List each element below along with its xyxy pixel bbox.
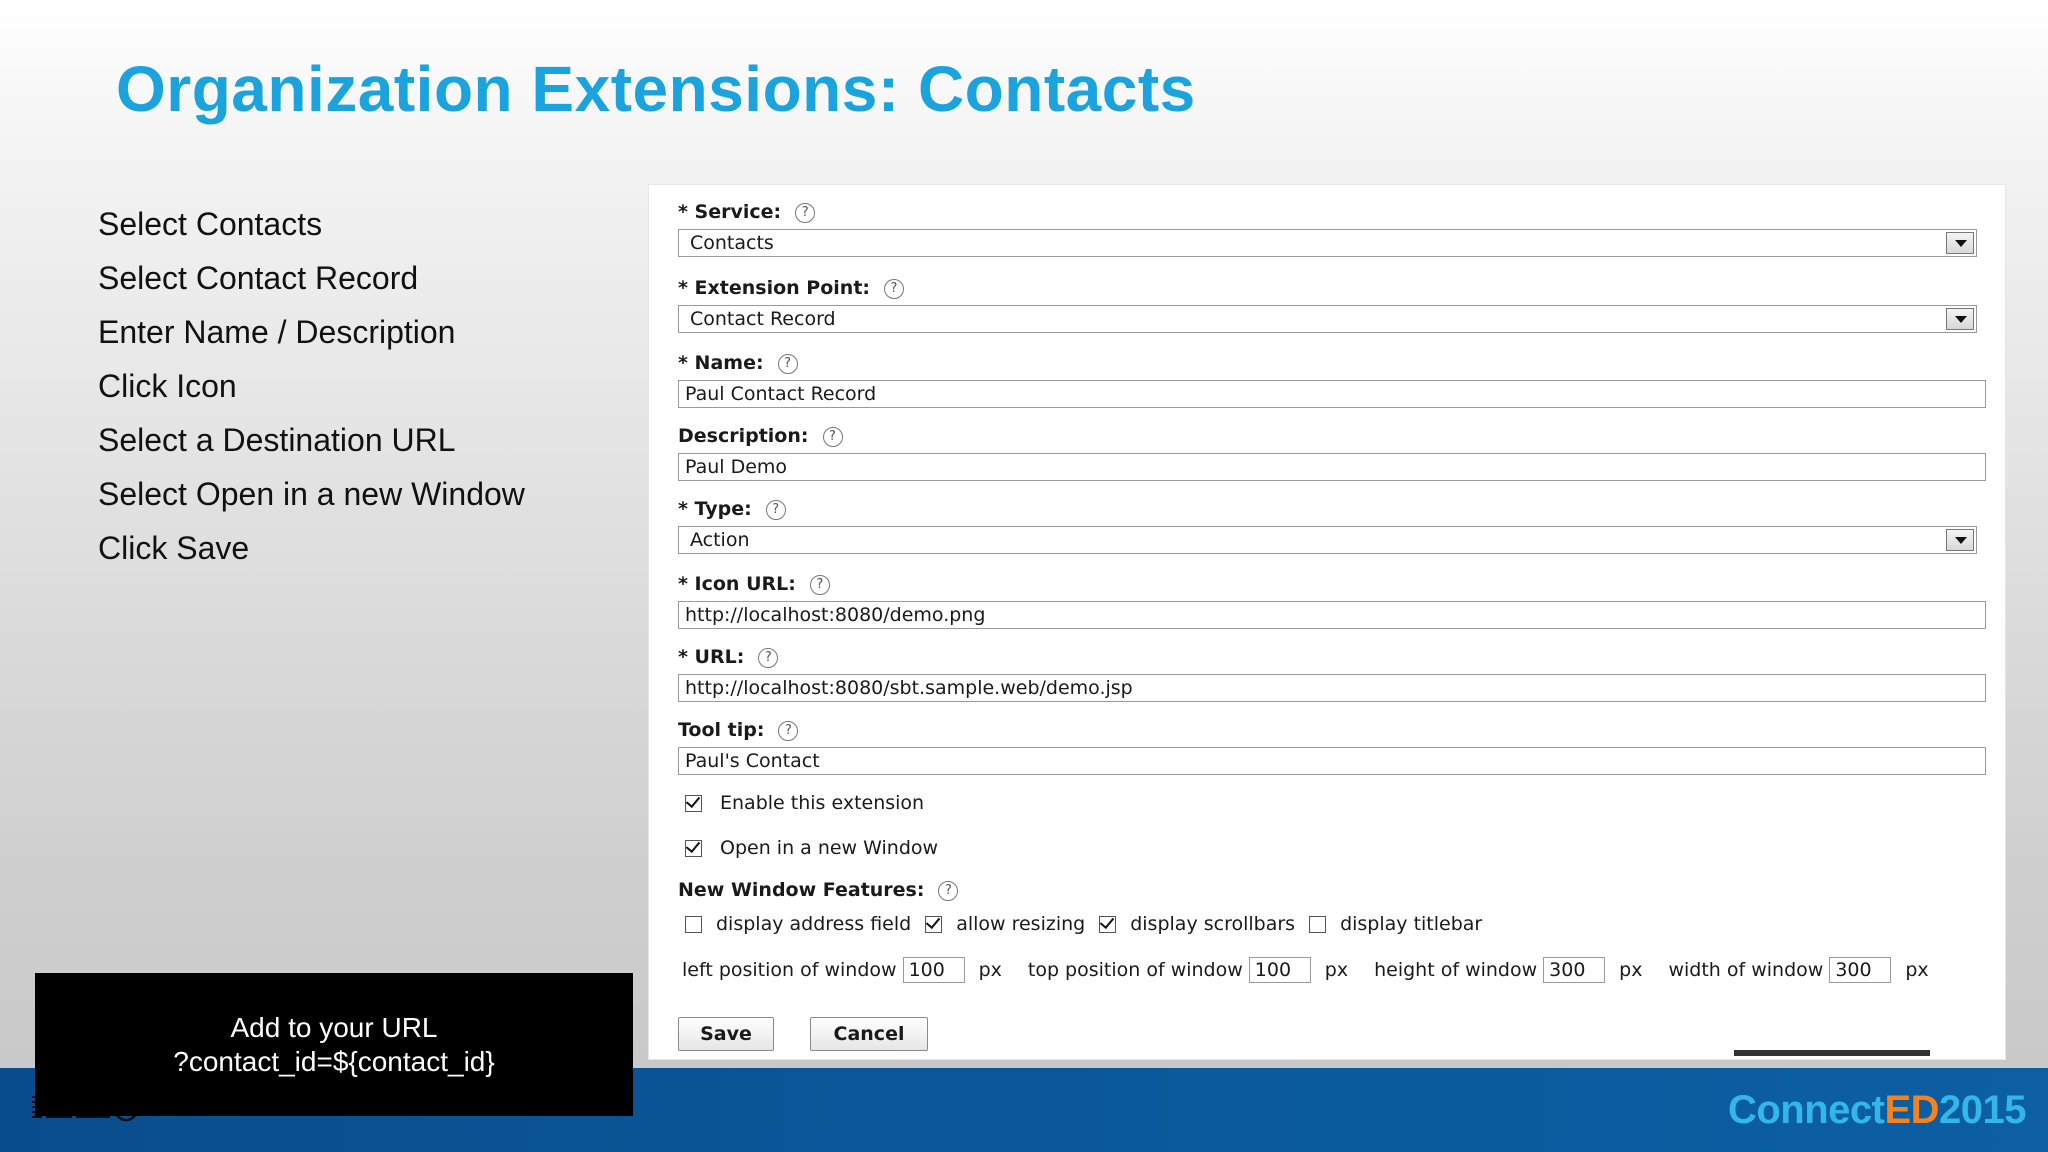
description-input[interactable]: Paul Demo xyxy=(678,453,1986,481)
new-window-features-label: New Window Features: xyxy=(678,879,925,901)
display-titlebar-label: display titlebar xyxy=(1340,913,1483,935)
extension-point-value: Contact Record xyxy=(690,308,836,330)
enable-extension-checkbox[interactable] xyxy=(685,794,702,812)
brand-ed: ED xyxy=(1884,1088,1940,1132)
description-label-row: Description:? xyxy=(678,425,843,447)
window-features-row: display address field allow resizing dis… xyxy=(685,913,1496,935)
step-item: Enter Name / Description xyxy=(98,314,456,350)
service-label: * Service: xyxy=(678,201,782,223)
tooltip-label-row: Tool tip:? xyxy=(678,719,799,741)
extension-form-screenshot: * Service:? Contacts * Extension Point:?… xyxy=(648,184,2006,1060)
url-label-row: * URL:? xyxy=(678,646,779,668)
window-position-row: left position of window 100 px top posit… xyxy=(682,957,1929,983)
unit-label: px xyxy=(978,959,1002,981)
step-item: Select a Destination URL xyxy=(98,422,456,458)
allow-resizing-option[interactable]: allow resizing xyxy=(925,913,1085,935)
left-position-label: left position of window xyxy=(682,959,897,981)
height-input[interactable]: 300 xyxy=(1543,957,1606,983)
unit-label: px xyxy=(1324,959,1349,981)
display-scrollbars-checkbox[interactable] xyxy=(1099,915,1117,933)
enable-extension-row[interactable]: Enable this extension xyxy=(685,792,924,814)
name-label-row: * Name:? xyxy=(678,352,798,374)
extension-point-label: * Extension Point: xyxy=(678,277,870,299)
unit-label: px xyxy=(1905,959,1929,981)
slide-title: Organization Extensions: Contacts xyxy=(116,53,1196,125)
display-address-field-label: display address field xyxy=(716,913,912,935)
step-item: Select Contacts xyxy=(98,206,323,242)
service-select[interactable]: Contacts xyxy=(678,229,1977,257)
display-titlebar-checkbox[interactable] xyxy=(1309,915,1327,933)
extension-point-select[interactable]: Contact Record xyxy=(678,305,1977,333)
icon-url-input[interactable]: http://localhost:8080/demo.png xyxy=(678,601,1986,629)
help-icon[interactable]: ? xyxy=(758,647,779,668)
open-new-window-row[interactable]: Open in a new Window xyxy=(685,837,938,859)
name-label: * Name: xyxy=(678,352,764,374)
allow-resizing-checkbox[interactable] xyxy=(925,915,943,933)
help-icon[interactable]: ? xyxy=(884,278,904,299)
step-item: Click Save xyxy=(98,530,250,566)
icon-url-label-row: * Icon URL:? xyxy=(678,573,830,595)
callout-line-2: ?contact_id=${contact_id} xyxy=(173,1045,495,1077)
new-window-features-label-row: New Window Features:? xyxy=(678,879,959,901)
horizontal-scrollbar[interactable] xyxy=(1734,1050,1930,1056)
top-position-label: top position of window xyxy=(1027,959,1243,981)
unit-label: px xyxy=(1619,959,1643,981)
service-label-row: * Service:? xyxy=(678,201,816,223)
allow-resizing-label: allow resizing xyxy=(956,913,1086,935)
open-new-window-checkbox[interactable] xyxy=(685,839,702,857)
brand-connect: Connect xyxy=(1727,1088,1885,1132)
url-input[interactable]: http://localhost:8080/sbt.sample.web/dem… xyxy=(678,674,1986,702)
left-position-input[interactable]: 100 xyxy=(902,957,965,983)
dropdown-arrow-icon[interactable] xyxy=(1946,232,1974,254)
url-label: * URL: xyxy=(678,646,745,668)
width-label: width of window xyxy=(1668,959,1824,981)
cancel-button[interactable]: Cancel xyxy=(810,1017,928,1051)
step-item: Select Open in a new Window xyxy=(98,476,525,512)
display-titlebar-option[interactable]: display titlebar xyxy=(1309,913,1482,935)
step-item: Select Contact Record xyxy=(98,260,419,296)
type-select[interactable]: Action xyxy=(678,526,1977,554)
tooltip-label: Tool tip: xyxy=(678,719,765,741)
help-icon[interactable]: ? xyxy=(795,202,816,223)
help-icon[interactable]: ? xyxy=(778,720,799,741)
width-input[interactable]: 300 xyxy=(1829,957,1892,983)
name-input[interactable]: Paul Contact Record xyxy=(678,380,1986,408)
enable-extension-label: Enable this extension xyxy=(720,792,925,814)
dropdown-arrow-icon[interactable] xyxy=(1946,529,1974,551)
service-value: Contacts xyxy=(690,232,774,254)
open-new-window-label: Open in a new Window xyxy=(720,837,939,859)
url-tip-callout: Add to your URL ?contact_id=${contact_id… xyxy=(35,973,633,1116)
description-label: Description: xyxy=(678,425,809,447)
help-icon[interactable]: ? xyxy=(938,880,959,901)
type-value: Action xyxy=(690,529,750,551)
help-icon[interactable]: ? xyxy=(822,426,843,447)
display-address-field-checkbox[interactable] xyxy=(685,915,702,933)
display-scrollbars-option[interactable]: display scrollbars xyxy=(1099,913,1295,935)
save-button[interactable]: Save xyxy=(678,1017,774,1051)
height-label: height of window xyxy=(1374,959,1538,981)
icon-url-label: * Icon URL: xyxy=(678,573,796,595)
connected-2015-logo: ConnectED2015 xyxy=(1727,1088,2027,1133)
type-label-row: * Type:? xyxy=(678,498,786,520)
display-address-field-option[interactable]: display address field xyxy=(685,913,911,935)
tooltip-input[interactable]: Paul's Contact xyxy=(678,747,1986,775)
display-scrollbars-label: display scrollbars xyxy=(1130,913,1296,935)
top-position-input[interactable]: 100 xyxy=(1248,957,1311,983)
extension-point-label-row: * Extension Point:? xyxy=(678,277,904,299)
type-label: * Type: xyxy=(678,498,752,520)
dropdown-arrow-icon[interactable] xyxy=(1946,308,1974,330)
help-icon[interactable]: ? xyxy=(809,574,830,595)
brand-year: 2015 xyxy=(1939,1088,2026,1132)
help-icon[interactable]: ? xyxy=(777,353,798,374)
help-icon[interactable]: ? xyxy=(765,499,786,520)
callout-line-1: Add to your URL xyxy=(230,1011,438,1043)
steps-list: Select Contacts Select Contact Record En… xyxy=(98,200,525,578)
step-item: Click Icon xyxy=(98,368,237,404)
